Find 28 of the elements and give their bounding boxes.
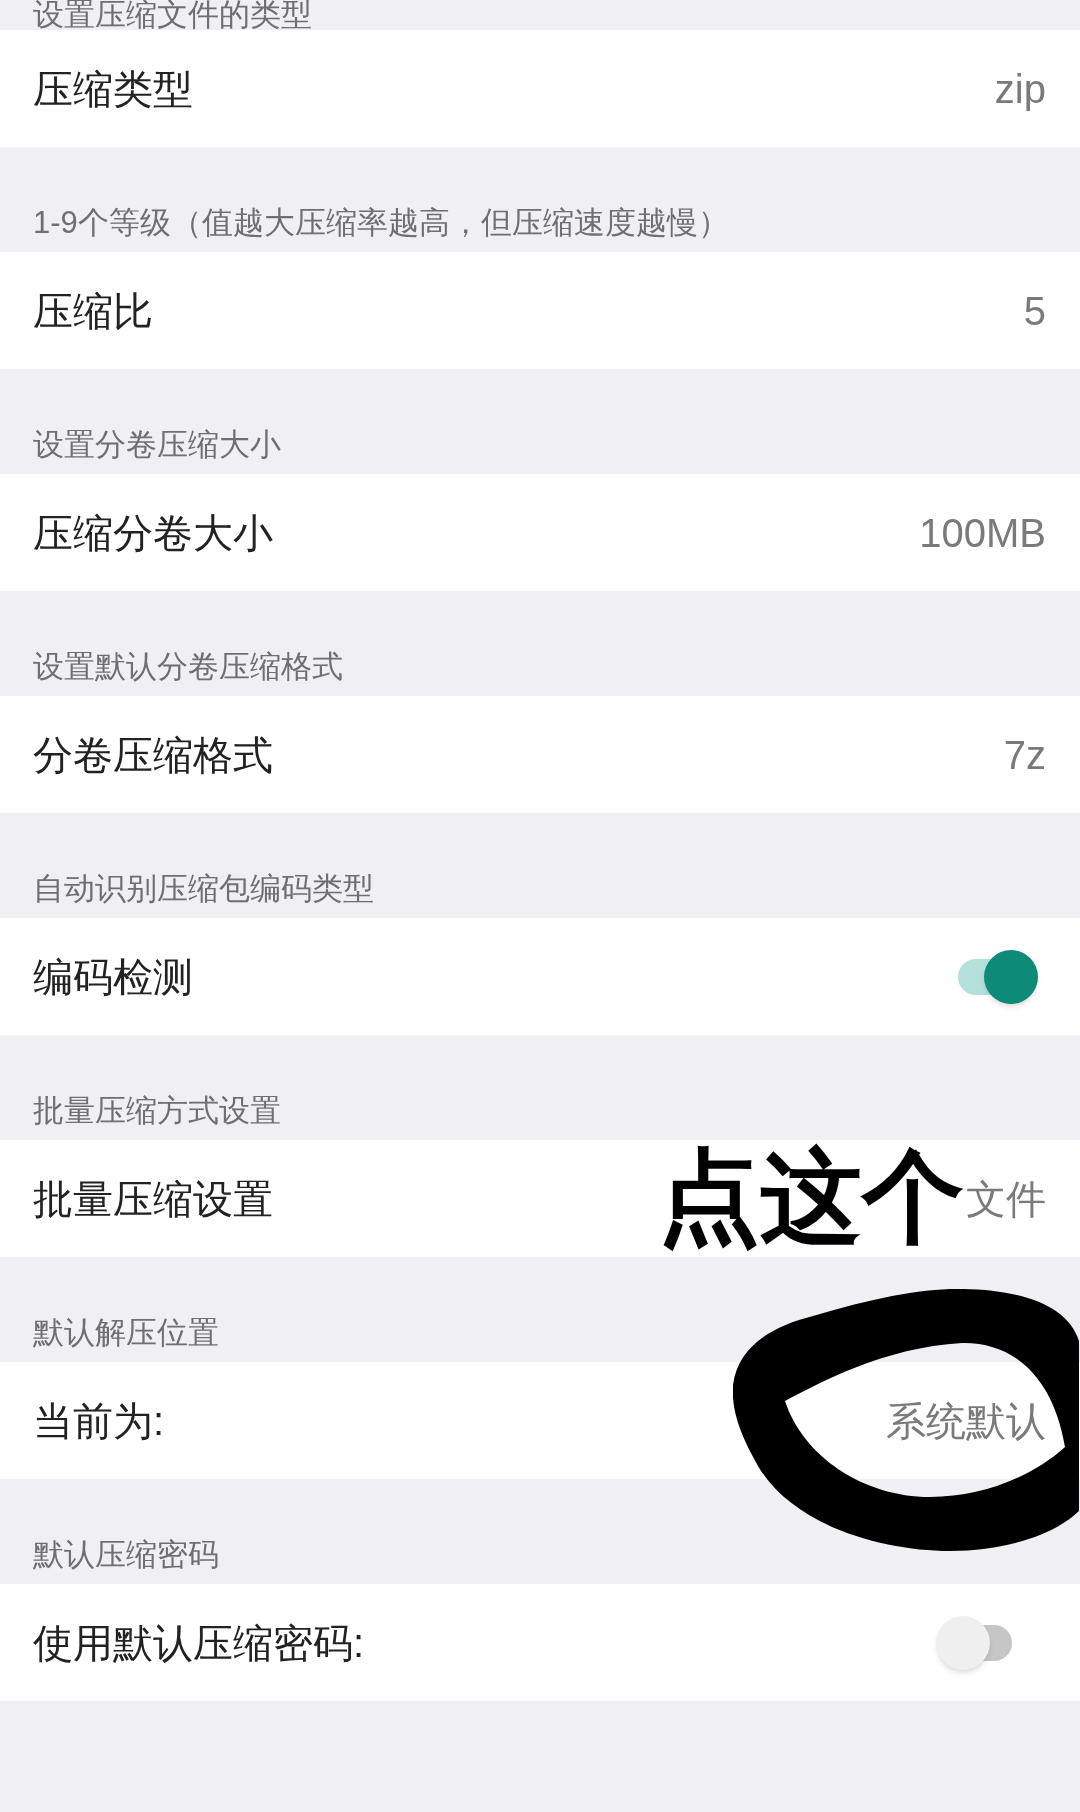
settings-row[interactable]: 压缩类型 zip xyxy=(0,30,1080,147)
section-header: 自动识别压缩包编码类型 xyxy=(33,871,374,907)
setting-title: 压缩分卷大小 xyxy=(33,509,273,557)
settings-row[interactable]: 编码检测 xyxy=(0,918,1080,1035)
settings-row[interactable]: 分卷压缩格式 7z xyxy=(0,696,1080,813)
setting-value: 100MB xyxy=(919,509,1046,557)
section-header: 1-9个等级（值越大压缩率越高，但压缩速度越慢） xyxy=(33,205,729,241)
section-header: 设置分卷压缩大小 xyxy=(33,427,281,463)
setting-value: zip xyxy=(994,65,1046,113)
setting-title: 批量压缩设置 xyxy=(33,1175,273,1223)
setting-title: 当前为: xyxy=(33,1397,165,1445)
setting-title: 压缩比 xyxy=(33,287,153,335)
section-header: 默认压缩密码 xyxy=(33,1537,219,1573)
section-header: 默认解压位置 xyxy=(33,1315,219,1351)
settings-row[interactable]: 当前为: 系统默认 xyxy=(0,1362,1080,1479)
section-header: 批量压缩方式设置 xyxy=(33,1093,281,1129)
section-header: 设置默认分卷压缩格式 xyxy=(33,649,343,685)
setting-value: 7z xyxy=(1003,731,1046,779)
settings-row[interactable]: 压缩分卷大小 100MB xyxy=(0,474,1080,591)
setting-value: 系统默认 xyxy=(886,1397,1046,1445)
setting-title: 使用默认压缩密码: xyxy=(33,1619,365,1667)
setting-title: 编码检测 xyxy=(33,953,193,1001)
setting-title: 分卷压缩格式 xyxy=(33,731,273,779)
setting-value: 5 xyxy=(1023,287,1046,335)
setting-value: 文件 xyxy=(966,1175,1046,1223)
settings-row[interactable]: 使用默认压缩密码: xyxy=(0,1584,1080,1701)
setting-title: 压缩类型 xyxy=(33,65,193,113)
settings-row[interactable]: 压缩比 5 xyxy=(0,252,1080,369)
